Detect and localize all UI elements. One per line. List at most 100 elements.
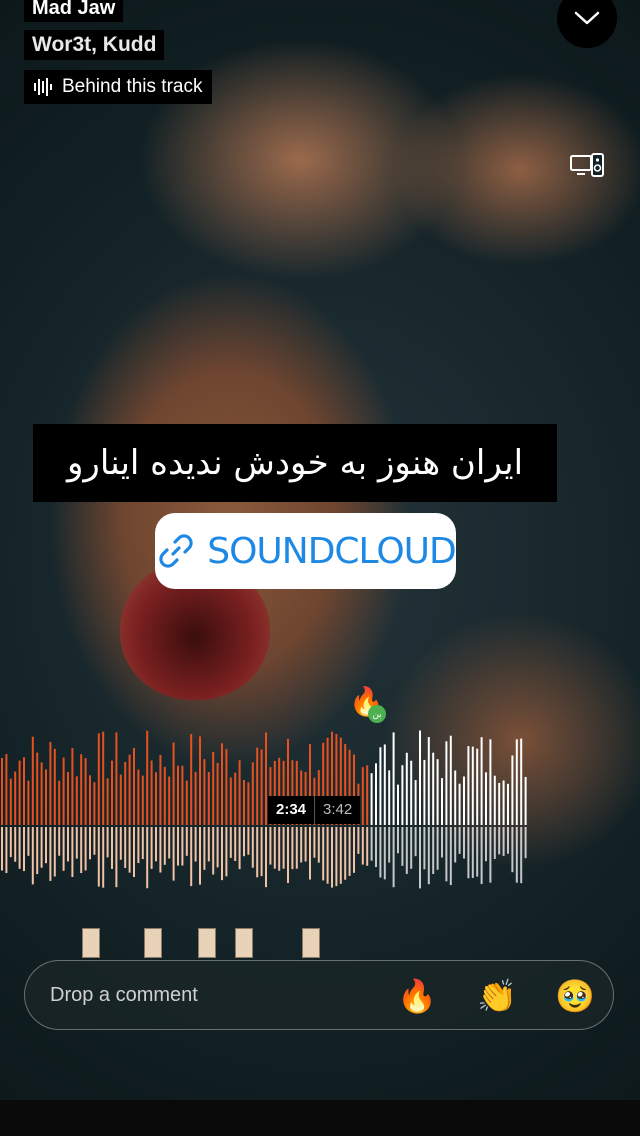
waveform-bar: [115, 732, 118, 825]
waveform-bar: [401, 765, 404, 825]
waveform-reflection-bar: [155, 827, 157, 862]
waveform-reflection-bar: [260, 827, 263, 877]
waveform-reflection-bar: [97, 827, 100, 887]
waveform-reflection-bar: [256, 827, 259, 878]
waveform-reflection-bar: [221, 827, 223, 881]
waveform-reflection-bar: [344, 827, 347, 880]
waveform-reflection-bar: [524, 827, 527, 859]
waveform-reflection-bar: [322, 827, 325, 881]
waveform-reflection-bar: [397, 827, 399, 854]
behind-this-track-label: Behind this track: [62, 76, 203, 97]
comment-input[interactable]: [48, 982, 352, 1008]
waveform-bar: [260, 749, 263, 825]
waveform-reflection-bar: [18, 827, 21, 869]
waveform-reflection-bar: [313, 827, 316, 858]
waveform-reflection-bar: [128, 827, 131, 873]
waveform-bar: [31, 736, 34, 825]
waveform-reflection-bar: [80, 827, 83, 874]
waveform-reflection-bar: [75, 827, 78, 859]
chevron-down-icon: [574, 11, 600, 25]
waveform-reflection-bar: [177, 827, 179, 866]
waveform-reflection-bar: [485, 827, 487, 862]
waveform-bar: [14, 771, 17, 825]
waveform-reflection-bar: [317, 827, 320, 863]
waveform-reflection-bar: [454, 827, 457, 863]
waveform-bar: [18, 760, 21, 825]
waveform-reflection-bar: [441, 827, 443, 858]
waveform-bar: [507, 783, 509, 825]
timed-comment-marker[interactable]: [82, 928, 100, 958]
waveform-reflection-bar: [234, 827, 237, 862]
waveform-reflection-bar: [520, 827, 523, 884]
waveform-reflection-bar: [515, 827, 518, 883]
waveform-bar: [53, 748, 56, 825]
waveform-reflection-bar: [383, 827, 386, 880]
waveform-reflection-bar: [14, 827, 17, 862]
waveform-reflection-bar: [405, 827, 408, 874]
waveform-bar: [502, 780, 505, 825]
waveform-bar: [128, 754, 131, 825]
waveform-bar: [172, 742, 175, 825]
waveform-reflection-bar: [58, 827, 61, 856]
fire-reaction-button[interactable]: 🔥: [397, 977, 437, 1015]
waveform-reflection-bar: [507, 827, 509, 854]
waveform-reflection-bar: [159, 827, 162, 873]
waveform-reflection-bar: [287, 827, 289, 883]
timed-comment-marker[interactable]: [302, 928, 320, 958]
waveform-reflection-bar: [375, 827, 377, 868]
cast-devices-icon[interactable]: [570, 152, 604, 180]
waveform-bar: [124, 761, 127, 825]
waveform-reflection-bar: [199, 827, 201, 885]
waveform-reflection-bar: [366, 827, 369, 866]
behind-this-track-button[interactable]: Behind this track: [24, 70, 213, 104]
waveform-reflection-bar: [212, 827, 215, 875]
waveform-reflection-bar: [71, 827, 74, 878]
waveform-reflection-bar: [1, 827, 3, 871]
waveform-reflection-bar: [282, 827, 285, 869]
time-indicator: 2:34 3:42: [268, 796, 361, 824]
waveform-reflection-bar: [379, 827, 382, 878]
track-title[interactable]: Mad Jaw: [24, 0, 124, 22]
track-artist[interactable]: Wor3t, Kudd: [24, 30, 165, 60]
timed-comment-marker[interactable]: [235, 928, 253, 958]
timed-comment-marker[interactable]: [198, 928, 216, 958]
waveform-bar: [243, 780, 245, 825]
waveform-bar: [155, 772, 157, 825]
waveform-bar: [423, 759, 426, 825]
waveform-reflection-bar: [133, 827, 135, 878]
waveform-bar: [84, 758, 87, 825]
waveform-bar: [511, 755, 514, 825]
waveform-bar: [133, 748, 135, 825]
waveform-reflection-bar: [93, 827, 96, 855]
waveform-bar: [388, 770, 391, 825]
waveform-bar: [150, 760, 153, 825]
waveform-reflection-bar: [458, 827, 461, 854]
waveform-bar: [247, 782, 250, 825]
clap-reaction-button[interactable]: 👏: [477, 977, 517, 1015]
waveform-bar: [441, 778, 443, 825]
waveform-reflection-bar: [273, 827, 276, 869]
waveform-reflection-bar: [45, 827, 47, 864]
waveform-reflection-bar: [498, 827, 501, 855]
waveform-reflection-bar: [251, 827, 254, 868]
teary-reaction-button[interactable]: 🥹: [555, 977, 595, 1015]
waveform-reflection-bar: [150, 827, 153, 869]
waveform-bar: [203, 759, 206, 825]
waveform-bar: [489, 739, 492, 825]
timed-comment-marker[interactable]: [144, 928, 162, 958]
waveform-reflection-bar: [119, 827, 122, 860]
soundcloud-link-sticker[interactable]: SOUNDCLOUD: [155, 513, 457, 589]
waveform-reflection-bar: [146, 827, 149, 889]
waveform-reflection-bar: [423, 827, 426, 870]
waveform-reflection-bar: [9, 827, 12, 858]
waveform-reflection-bar: [471, 827, 474, 878]
waveform-scrubber[interactable]: [0, 725, 530, 890]
waveform-reflection-bar: [331, 827, 333, 888]
waveform-reflection-bar: [111, 827, 113, 869]
waveform-bar: [379, 747, 382, 825]
waveform-reflection-bar: [23, 827, 25, 872]
waveform-bar: [265, 732, 267, 825]
waveform-reflection-bar: [229, 827, 232, 858]
waveform-reflection-bar: [67, 827, 69, 862]
waveform-reflection-bar: [53, 827, 56, 877]
